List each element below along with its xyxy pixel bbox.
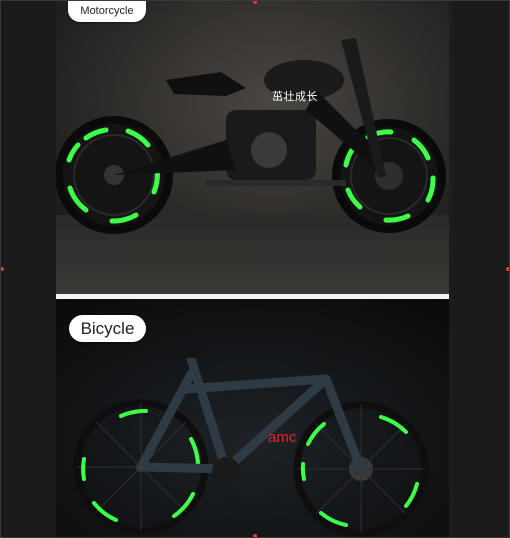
image-frame: [0, 0, 510, 538]
